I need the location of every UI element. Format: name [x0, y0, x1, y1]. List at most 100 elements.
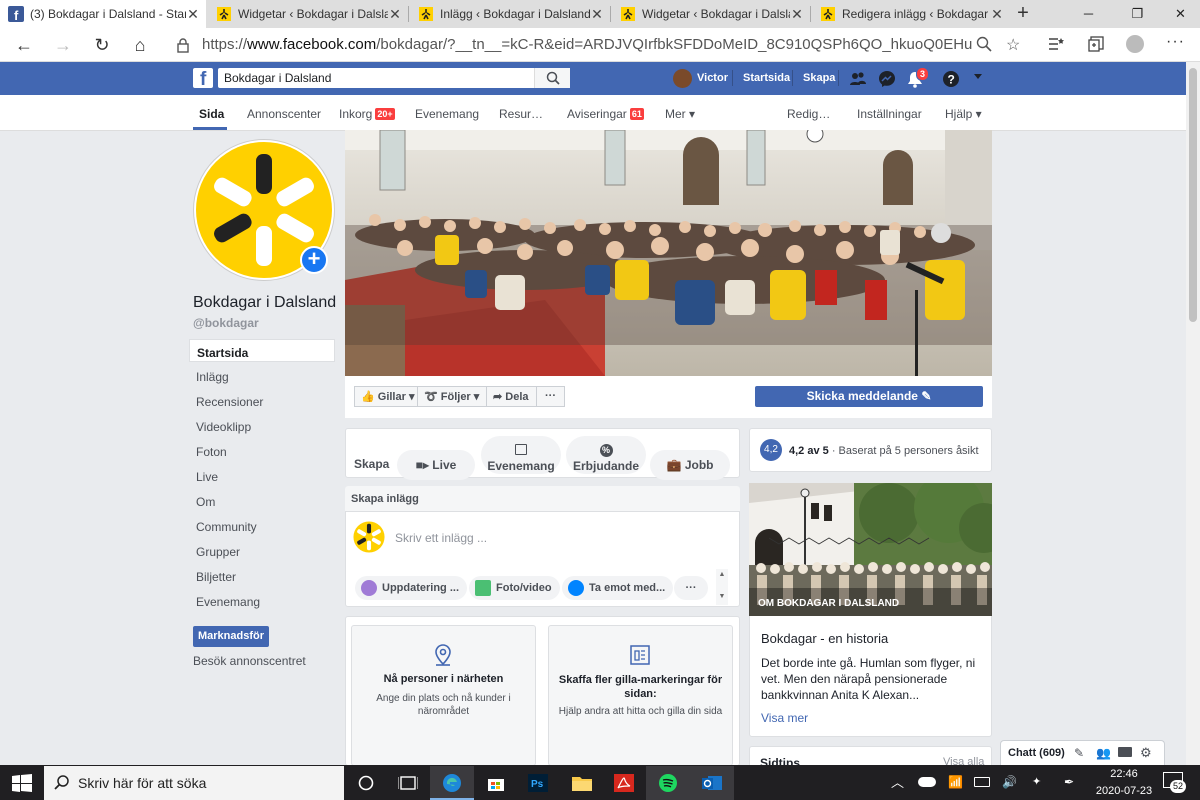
close-tab-icon[interactable]: ✕: [990, 6, 1004, 23]
tab-page[interactable]: Sida: [199, 107, 224, 121]
page-handle[interactable]: @bokdagar: [193, 316, 259, 330]
chat-label[interactable]: Chatt (609): [1008, 747, 1065, 759]
tab-notifications[interactable]: Aviseringar 61: [567, 107, 644, 121]
cover-photo[interactable]: [345, 130, 992, 376]
share-page-button[interactable]: ➦ Dela: [486, 386, 537, 407]
live-button[interactable]: ■▸ Live: [397, 450, 475, 480]
lock-icon[interactable]: [176, 37, 190, 53]
timeline-button[interactable]: [386, 766, 430, 800]
facebook-search-input[interactable]: Bokdagar i Dalsland: [218, 68, 570, 88]
close-tab-icon[interactable]: ✕: [590, 6, 604, 23]
close-window-button[interactable]: ✕: [1158, 0, 1200, 28]
file-explorer-taskbar-button[interactable]: [560, 766, 604, 800]
sidebar-item-reviews[interactable]: Recensioner: [189, 389, 335, 412]
create-event-button[interactable]: Evenemang: [481, 436, 561, 474]
user-name-link[interactable]: Victor: [697, 72, 728, 84]
favorite-star-icon[interactable]: ☆: [1006, 35, 1020, 55]
see-more-link[interactable]: Visa mer: [761, 711, 808, 725]
add-photo-icon[interactable]: +: [300, 246, 328, 274]
close-tab-icon[interactable]: ✕: [186, 6, 200, 23]
zoom-icon[interactable]: [976, 36, 992, 52]
search-icon[interactable]: [534, 68, 570, 88]
acrobat-taskbar-button[interactable]: [602, 766, 646, 800]
outlook-taskbar-button[interactable]: [690, 766, 734, 800]
start-button[interactable]: [0, 766, 44, 800]
like-page-button[interactable]: 👍 Gillar ▾: [354, 386, 418, 407]
tab-edit[interactable]: Redig…: [787, 107, 830, 121]
back-button[interactable]: ←: [11, 33, 37, 57]
new-message-icon[interactable]: ✎: [1074, 746, 1084, 760]
store-taskbar-button[interactable]: [474, 766, 518, 800]
user-avatar[interactable]: [673, 69, 692, 88]
minimize-button[interactable]: ─: [1066, 0, 1111, 28]
about-title[interactable]: Bokdagar - en historia: [761, 631, 888, 646]
create-link[interactable]: Skapa: [803, 72, 835, 84]
sidebar-item-posts[interactable]: Inlägg: [189, 364, 335, 387]
tab-ad-center[interactable]: Annonscenter: [247, 107, 321, 121]
taskbar-time[interactable]: 22:46: [1094, 768, 1154, 780]
friend-requests-icon[interactable]: [849, 70, 867, 88]
close-tab-icon[interactable]: ✕: [790, 6, 804, 23]
chat-settings-gear-icon[interactable]: ⚙: [1140, 745, 1152, 761]
browser-tab[interactable]: Redigera inlägg ‹ Bokdagar i D ✕: [812, 0, 1010, 28]
browser-menu-icon[interactable]: ···: [1166, 33, 1185, 51]
onedrive-cloud-icon[interactable]: [918, 777, 936, 787]
browser-tab[interactable]: Widgetar ‹ Bokdagar i Dalsland ✕: [208, 0, 408, 28]
spotify-taskbar-button[interactable]: [646, 766, 690, 800]
dropbox-icon[interactable]: ✦: [1032, 775, 1041, 788]
tab-more[interactable]: Mer ▾: [665, 107, 695, 121]
create-offer-button[interactable]: % Erbjudande: [566, 436, 646, 474]
tab-events[interactable]: Evenemang: [415, 107, 479, 121]
chips-scrollbar[interactable]: ▲ ▼: [716, 569, 728, 605]
photo-video-chip[interactable]: Foto/video: [469, 576, 560, 600]
account-menu-chevron-icon[interactable]: [974, 74, 982, 79]
sidebar-item-photos[interactable]: Foton: [189, 439, 335, 462]
promote-button[interactable]: Marknadsför: [193, 626, 269, 647]
browser-tab-active[interactable]: f (3) Bokdagar i Dalsland - Starts ✕: [0, 0, 206, 28]
sidebar-item-live[interactable]: Live: [189, 464, 335, 487]
show-hidden-icons-chevron[interactable]: ︿: [891, 772, 904, 791]
refresh-button[interactable]: ↻: [89, 33, 115, 57]
close-tab-icon[interactable]: ✕: [388, 6, 402, 23]
forward-button[interactable]: →: [50, 33, 76, 57]
new-tab-button[interactable]: +: [1012, 3, 1034, 25]
create-group-icon[interactable]: 👥: [1096, 746, 1111, 760]
tab-settings[interactable]: Inställningar: [857, 107, 922, 121]
about-photo[interactable]: [749, 483, 992, 616]
task-view-button[interactable]: [344, 766, 388, 800]
sidebar-item-videos[interactable]: Videoklipp: [189, 414, 335, 437]
ad-center-link[interactable]: Besök annonscentret: [193, 654, 306, 668]
tab-inbox[interactable]: Inkorg 20+: [339, 107, 395, 121]
photoshop-taskbar-button[interactable]: Ps: [516, 766, 560, 800]
sidebar-item-home[interactable]: Startsida: [189, 339, 335, 362]
network-icon[interactable]: 📶: [948, 775, 963, 789]
sidebar-item-about[interactable]: Om: [189, 489, 335, 512]
profile-avatar-icon[interactable]: [1126, 35, 1144, 53]
scrollbar-thumb[interactable]: [1189, 68, 1197, 322]
status-update-chip[interactable]: Uppdatering ...: [355, 576, 467, 600]
follow-page-button[interactable]: ➰ Följer ▾: [417, 386, 487, 407]
volume-icon[interactable]: 🔊: [1002, 775, 1017, 789]
sidebar-item-groups[interactable]: Grupper: [189, 539, 335, 562]
home-button[interactable]: ⌂: [127, 33, 153, 57]
sidebar-item-community[interactable]: Community: [189, 514, 335, 537]
video-call-icon[interactable]: [1118, 747, 1132, 757]
home-link[interactable]: Startsida: [743, 72, 790, 84]
tab-help[interactable]: Hjälp ▾: [945, 107, 982, 121]
browser-tab[interactable]: Inlägg ‹ Bokdagar i Dalsland — ✕: [410, 0, 610, 28]
send-message-button[interactable]: Skicka meddelande ✎: [755, 386, 983, 407]
collections-icon[interactable]: [1088, 36, 1104, 52]
tab-resources[interactable]: Resur…: [499, 107, 543, 121]
post-composer-input[interactable]: Skriv ett inlägg ...: [395, 531, 487, 545]
more-chips-button[interactable]: ···: [674, 576, 708, 600]
maximize-button[interactable]: ❐: [1115, 0, 1160, 28]
help-icon[interactable]: ?: [942, 70, 960, 88]
sidebar-item-tickets[interactable]: Biljetter: [189, 564, 335, 587]
facebook-logo-icon[interactable]: f: [193, 68, 213, 90]
browser-tab[interactable]: Widgetar ‹ Bokdagar i Dalsland ✕: [612, 0, 810, 28]
url-text[interactable]: https://www.facebook.com/bokdagar/?__tn_…: [202, 36, 972, 53]
taskbar-date[interactable]: 2020-07-23: [1094, 785, 1154, 797]
create-job-button[interactable]: 💼 Jobb: [650, 450, 730, 480]
more-actions-button[interactable]: ···: [536, 386, 565, 407]
pen-workspace-icon[interactable]: ✒: [1064, 775, 1074, 789]
